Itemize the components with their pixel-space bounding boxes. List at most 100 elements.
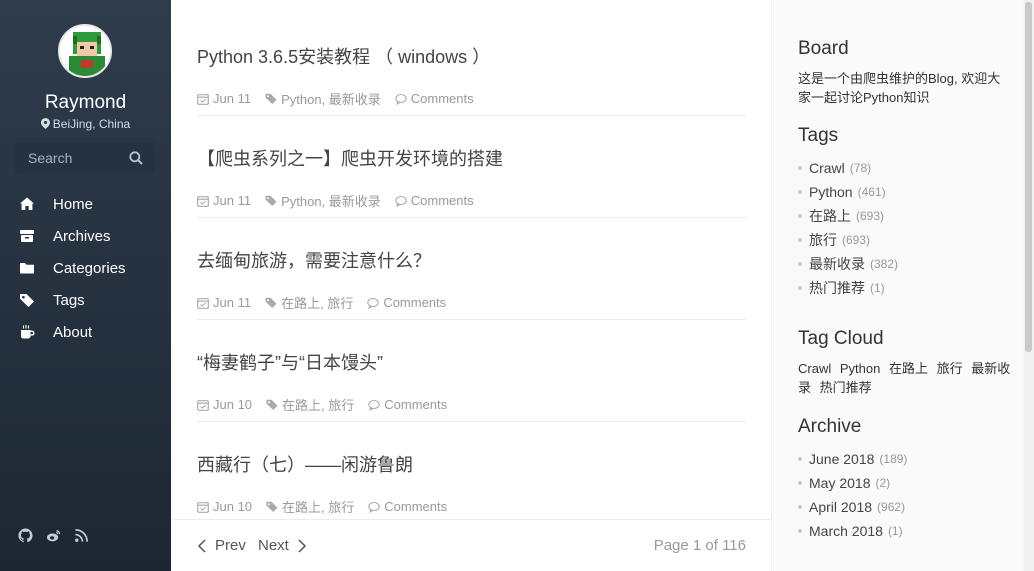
tag-link[interactable]: 在路上 — [809, 206, 851, 226]
list-item: 最新收录 (382) — [798, 252, 898, 276]
post-tags-text[interactable]: Python, 最新收录 — [281, 89, 381, 108]
avatar-image — [60, 26, 110, 76]
post-comments: Comments — [368, 397, 447, 412]
tag-cloud-item[interactable]: 热门推荐 — [820, 380, 872, 395]
tag-link[interactable]: 热门推荐 — [809, 278, 865, 298]
nav-item-tags[interactable]: Tags — [0, 284, 171, 316]
post-title[interactable]: Python 3.6.5安装教程 （ windows ） — [197, 43, 490, 69]
nav-item-label: Tags — [53, 291, 85, 309]
post-meta: Jun 11 Python, 最新收录 Comments — [197, 191, 488, 210]
archive-link[interactable]: April 2018 — [809, 499, 872, 515]
archive-count: (2) — [875, 476, 891, 490]
rss-icon[interactable] — [74, 528, 89, 543]
board-text: 这是一个由爬虫维护的Blog, 欢迎大家一起讨论Python知识 — [798, 71, 1001, 105]
social-links — [18, 528, 89, 543]
post-date: Jun 11 — [197, 91, 251, 106]
archive-title: Archive — [798, 416, 862, 437]
nav-item-home[interactable]: Home — [0, 188, 171, 220]
next-label: Next — [258, 537, 289, 554]
nav-item-archives[interactable]: Archives — [0, 220, 171, 252]
tag-link[interactable]: 最新收录 — [809, 254, 865, 274]
folder-icon — [20, 263, 34, 274]
post-comments: Comments — [395, 91, 474, 106]
calendar-icon — [197, 501, 209, 513]
prev-page-button[interactable]: Prev — [197, 537, 246, 554]
tag-cloud-item[interactable]: 在路上 — [889, 361, 928, 376]
post-title[interactable]: 【爬虫系列之一】爬虫开发环境的搭建 — [197, 145, 503, 171]
post-title[interactable]: 西藏行（七）——闲游鲁朗 — [197, 451, 413, 477]
post-date: Jun 10 — [197, 397, 252, 412]
post-date-text[interactable]: Jun 11 — [213, 295, 251, 310]
nav-item-categories[interactable]: Categories — [0, 252, 171, 284]
archive-count: (962) — [877, 500, 906, 514]
list-item: April 2018 (962) — [798, 495, 907, 519]
post-comments-link[interactable]: Comments — [411, 193, 474, 208]
nav-item-label: About — [53, 323, 93, 341]
tag-cloud-item[interactable]: Python — [840, 361, 880, 376]
post-meta: Jun 10 在路上, 旅行 Comments — [197, 395, 461, 414]
post-comments: Comments — [368, 499, 447, 514]
list-item: Python (461) — [798, 180, 898, 204]
github-icon[interactable] — [18, 528, 33, 543]
scrollbar-thumb[interactable] — [1025, 2, 1032, 352]
post-meta: Jun 10 在路上, 旅行 Comments — [197, 497, 461, 516]
avatar[interactable] — [58, 24, 112, 78]
comment-icon — [395, 93, 407, 105]
tag-icon — [20, 294, 34, 307]
page-scrollbar[interactable] — [1023, 0, 1034, 571]
post-list: Python 3.6.5安装教程 （ windows ） Jun 11 Pyth… — [171, 0, 771, 571]
search-icon[interactable] — [129, 151, 143, 165]
post-meta: Jun 11 Python, 最新收录 Comments — [197, 89, 488, 108]
post-date-text[interactable]: Jun 11 — [213, 91, 251, 106]
tag-icon — [266, 399, 278, 410]
post-comments-link[interactable]: Comments — [384, 499, 447, 514]
tag-cloud-item[interactable]: Crawl — [798, 361, 831, 376]
calendar-icon — [197, 399, 209, 411]
nav-item-about[interactable]: About — [0, 316, 171, 348]
post-date: Jun 11 — [197, 295, 251, 310]
post-tags-text[interactable]: 在路上, 旅行 — [282, 395, 354, 414]
chevron-right-icon — [298, 538, 306, 553]
post-comments-link[interactable]: Comments — [383, 295, 446, 310]
tag-link[interactable]: Python — [809, 184, 853, 200]
post-title[interactable]: “梅妻鹤子”与“日本馒头” — [197, 349, 383, 375]
calendar-icon — [197, 195, 209, 207]
tag-icon — [266, 501, 278, 512]
post-title[interactable]: 去缅甸旅游，需要注意什么？ — [197, 247, 431, 273]
list-item: “梅妻鹤子”与“日本馒头” Jun 10 在路上, 旅行 Comments — [197, 320, 746, 422]
comment-icon — [367, 297, 380, 309]
tag-count: (78) — [849, 161, 872, 175]
post-comments-link[interactable]: Comments — [411, 91, 474, 106]
tag-icon — [265, 195, 277, 206]
post-tags: Python, 最新收录 — [265, 191, 381, 210]
post-tags: Python, 最新收录 — [265, 89, 381, 108]
post-date-text[interactable]: Jun 11 — [213, 193, 251, 208]
chevron-left-icon — [197, 538, 206, 553]
search-input[interactable] — [15, 142, 125, 174]
page-indicator: Page 1 of 116 — [653, 537, 746, 554]
right-sidebar: Board 这是一个由爬虫维护的Blog, 欢迎大家一起讨论Python知识 T… — [771, 0, 1023, 571]
archive-link[interactable]: June 2018 — [809, 451, 874, 467]
search-box — [15, 142, 155, 174]
list-item: 旅行 (693) — [798, 228, 898, 252]
post-date-text[interactable]: Jun 10 — [213, 499, 252, 514]
next-page-button[interactable]: Next — [258, 537, 307, 554]
post-meta: Jun 11 在路上, 旅行 Comments — [197, 293, 460, 312]
tag-cloud-title: Tag Cloud — [798, 328, 884, 349]
tag-count: (382) — [870, 257, 899, 271]
weibo-icon[interactable] — [46, 528, 61, 543]
nav-item-label: Categories — [53, 259, 126, 277]
tag-link[interactable]: Crawl — [809, 160, 845, 176]
post-tags-text[interactable]: 在路上, 旅行 — [281, 293, 353, 312]
archive-list: June 2018 (189) May 2018 (2) April 2018 (96… — [798, 447, 907, 543]
post-date-text[interactable]: Jun 10 — [213, 397, 252, 412]
tag-cloud-item[interactable]: 旅行 — [937, 361, 963, 376]
archive-link[interactable]: May 2018 — [809, 475, 870, 491]
post-tags-text[interactable]: 在路上, 旅行 — [282, 497, 354, 516]
post-tags-text[interactable]: Python, 最新收录 — [281, 191, 381, 210]
tag-count: (461) — [857, 185, 886, 199]
archive-link[interactable]: March 2018 — [809, 523, 883, 539]
post-comments-link[interactable]: Comments — [384, 397, 447, 412]
list-item: 去缅甸旅游，需要注意什么？ Jun 11 在路上, 旅行 Comments — [197, 218, 746, 320]
tag-link[interactable]: 旅行 — [809, 230, 837, 250]
